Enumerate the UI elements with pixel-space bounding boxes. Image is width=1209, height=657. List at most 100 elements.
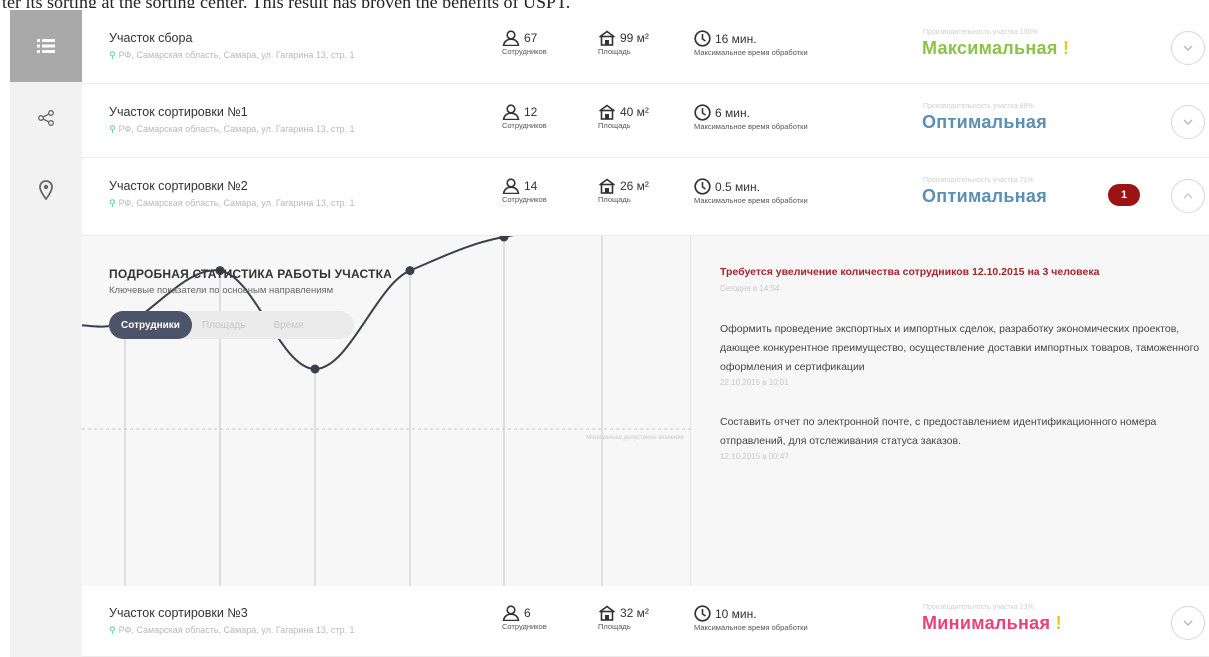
time-value: 10 мин.: [715, 606, 757, 621]
stats-title: ПОДРОБНАЯ СТАТИСТИКА РАБОТЫ УЧАСТКА: [109, 267, 392, 281]
notes-panel: Требуется увеличение количества сотрудни…: [720, 236, 1209, 586]
site-row[interactable]: Участок сортировки №2 ⚲ РФ, Самарская обла…: [82, 158, 1209, 236]
chevron-down-icon: [1183, 620, 1193, 626]
area-metric: 26 м² Площадь: [598, 178, 649, 204]
pin-icon: ⚲: [109, 198, 116, 208]
staff-label: Сотрудников: [502, 47, 547, 56]
perf-level: Минимальная !: [922, 613, 1062, 634]
expand-button[interactable]: [1171, 105, 1205, 139]
chevron-up-icon: [1183, 193, 1193, 199]
site-address-text: РФ, Самарская область, Самара, ул. Гагар…: [118, 198, 355, 208]
sidebar-item-list[interactable]: [10, 10, 82, 82]
expand-button[interactable]: [1171, 606, 1205, 640]
task-time: 22.10.2015 в 10:01: [720, 378, 789, 387]
perf-level: Оптимальная: [922, 112, 1047, 133]
site-address: ⚲ РФ, Самарская область, Самара, ул. Гага…: [109, 625, 354, 636]
site-detail-panel: Минимально допустимое значение14 ПОДРОБН…: [82, 236, 1209, 586]
time-label: Максимальное время обработки: [694, 122, 808, 131]
notification-badge[interactable]: 1: [1108, 184, 1140, 206]
time-value: 0.5 мин.: [715, 179, 760, 194]
location-pin-icon: [39, 180, 53, 200]
time-metric: 6 мин. Максимальное время обработки: [694, 104, 808, 131]
staff-metric: 67 Сотрудников: [502, 30, 547, 56]
stats-tab[interactable]: Время: [264, 311, 314, 339]
person-icon: [502, 178, 520, 194]
task-text: Составить отчет по электронной почте, с …: [720, 416, 1157, 447]
alert-message: Требуется увеличение количества сотрудни…: [720, 266, 1100, 278]
site-address: ⚲ РФ, Самарская область, Самара, ул. Гага…: [109, 124, 354, 135]
area-value: 26 м²: [620, 179, 649, 193]
staff-value: 14: [524, 179, 538, 193]
sidebar: [10, 10, 82, 657]
time-metric: 16 мин. Максимальное время обработки: [694, 30, 808, 57]
house-icon: [599, 178, 615, 194]
area-label: Площадь: [598, 195, 631, 204]
perf-label: Минимальная: [922, 613, 1051, 633]
perf-note: Производительность участка 89%: [923, 103, 1034, 110]
perf-level: Максимальная !: [922, 38, 1069, 59]
time-metric: 10 мин. Максимальное время обработки: [694, 605, 808, 632]
time-label: Максимальное время обработки: [694, 48, 808, 57]
sidebar-item-location[interactable]: [10, 154, 82, 226]
sidebar-item-share[interactable]: [10, 82, 82, 154]
area-metric: 32 м² Площадь: [598, 605, 649, 631]
site-address: ⚲ РФ, Самарская область, Самара, ул. Гага…: [109, 50, 354, 61]
perf-label: Максимальная: [922, 38, 1058, 58]
staff-metric: 14 Сотрудников: [502, 178, 547, 204]
perf-label: Оптимальная: [922, 186, 1048, 206]
perf-note: Производительность участка 71%: [923, 177, 1034, 184]
person-icon: [502, 104, 520, 120]
chevron-down-icon: [1183, 119, 1193, 125]
time-label: Максимальное время обработки: [694, 623, 808, 632]
site-title: Участок сбора: [109, 31, 193, 45]
site-address-text: РФ, Самарская область, Самара, ул. Гагар…: [118, 124, 355, 134]
site-address: ⚲ РФ, Самарская область, Самара, ул. Гага…: [109, 198, 354, 209]
data-point[interactable]: [310, 364, 320, 374]
area-metric: 99 м² Площадь: [598, 30, 649, 56]
area-label: Площадь: [598, 47, 631, 56]
chevron-down-icon: [1183, 45, 1193, 51]
perf-level: Оптимальная: [922, 186, 1047, 207]
site-row[interactable]: Участок сортировки №1 ⚲ РФ, Самарская обла…: [82, 84, 1209, 158]
stats-tab[interactable]: Площадь: [192, 311, 256, 339]
site-row[interactable]: Участок сбора ⚲ РФ, Самарская область, Сам…: [82, 10, 1209, 84]
area-label: Площадь: [598, 121, 631, 130]
series-line: [82, 236, 515, 371]
perf-label: Оптимальная: [922, 112, 1048, 132]
area-value: 99 м²: [620, 31, 649, 45]
stats-subtitle: Ключевые показатели по основным направле…: [109, 285, 334, 296]
staff-label: Сотрудников: [502, 195, 547, 204]
expand-button[interactable]: [1171, 31, 1205, 65]
site-address-text: РФ, Самарская область, Самара, ул. Гагар…: [118, 50, 355, 60]
alert-time: Сегодня в 14:54: [720, 284, 780, 293]
area-metric: 40 м² Площадь: [598, 104, 649, 130]
list-icon: [37, 39, 55, 53]
site-title: Участок сортировки №2: [109, 179, 248, 193]
staff-label: Сотрудников: [502, 622, 547, 631]
clock-icon: [694, 30, 711, 47]
perf-note: Производительность участка 100%: [923, 29, 1038, 36]
house-icon: [599, 605, 615, 621]
perf-mark: !: [1062, 38, 1070, 58]
data-point[interactable]: [405, 266, 415, 276]
min-threshold-label: Минимально допустимое значение: [586, 435, 684, 441]
area-value: 32 м²: [620, 606, 649, 620]
site-title: Участок сортировки №1: [109, 105, 248, 119]
time-value: 16 мин.: [715, 31, 757, 46]
site-address-text: РФ, Самарская область, Самара, ул. Гагар…: [118, 625, 355, 635]
staff-metric: 12 Сотрудников: [502, 104, 547, 130]
stats-tab[interactable]: Сотрудники: [109, 311, 192, 339]
house-icon: [599, 30, 615, 46]
site-row[interactable]: Участок сортировки №3 ⚲ РФ, Самарская обла…: [82, 586, 1209, 657]
clock-icon: [694, 178, 711, 195]
collapse-button[interactable]: [1171, 179, 1205, 213]
perf-note: Производительность участка 23%: [923, 604, 1034, 611]
stats-tabs: Сотрудники Площадь Время: [109, 311, 354, 339]
data-point[interactable]: [499, 236, 509, 242]
clock-icon: [694, 104, 711, 121]
time-value: 6 мин.: [715, 105, 750, 120]
top-cropped-text: ter its sorting at the sorting center. T…: [0, 0, 1209, 8]
site-title: Участок сортировки №3: [109, 606, 248, 620]
person-icon: [502, 605, 520, 621]
area-label: Площадь: [598, 622, 631, 631]
